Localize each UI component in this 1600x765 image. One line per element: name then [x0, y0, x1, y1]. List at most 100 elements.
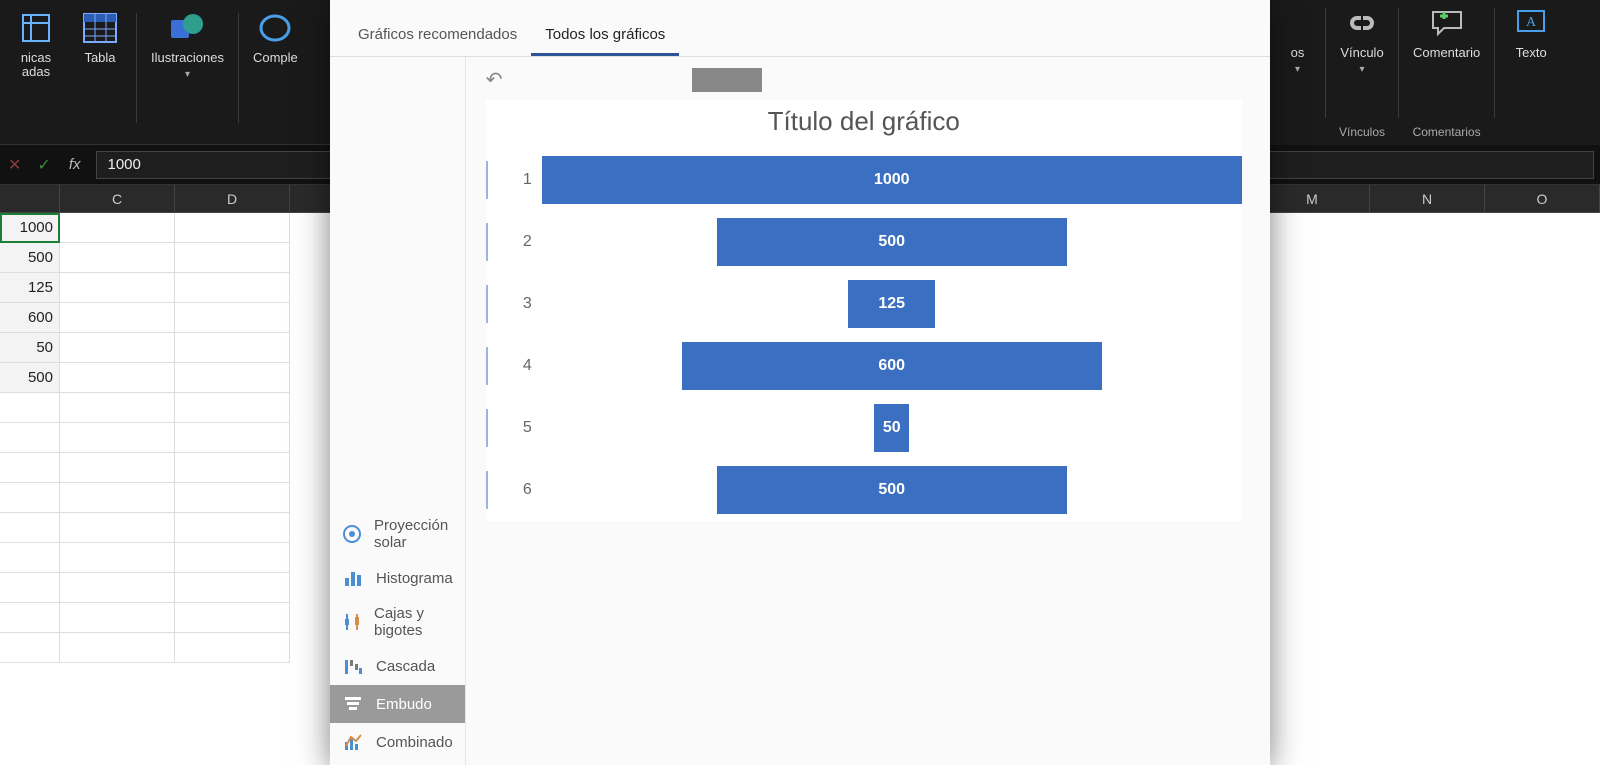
cell[interactable] [60, 303, 175, 333]
cell[interactable] [175, 483, 290, 513]
ribbon-right: os ▾ Vínculo ▾ Vínculos Comentario Comen… [1270, 0, 1600, 145]
cell[interactable] [175, 213, 290, 243]
cell[interactable] [0, 513, 60, 543]
cell[interactable] [60, 483, 175, 513]
cell[interactable] [175, 273, 290, 303]
axis-tick [486, 471, 490, 509]
cell[interactable] [0, 393, 60, 423]
funnel-row: 550 [486, 397, 1242, 459]
comentario-label: Comentario [1413, 46, 1480, 60]
col-header[interactable]: N [1370, 185, 1485, 212]
cell[interactable] [60, 273, 175, 303]
ribbon-group-addins: Comple [239, 5, 312, 144]
cell[interactable] [0, 633, 60, 663]
funnel-row: 2500 [486, 211, 1242, 273]
cell[interactable]: 1000 [0, 213, 60, 243]
chart-type-label: Cajas y bigotes [374, 605, 453, 639]
ribbon-group-comentarios: Comentario Comentarios [1399, 0, 1494, 145]
chart-type-sun[interactable]: Proyección solar [330, 509, 465, 559]
cell[interactable] [175, 333, 290, 363]
axis-tick [486, 409, 490, 447]
cell[interactable] [60, 633, 175, 663]
funnel-row: 3125 [486, 273, 1242, 335]
cell[interactable] [60, 453, 175, 483]
chart-type-histogram[interactable]: Histograma [330, 559, 465, 597]
addin-icon [256, 9, 294, 47]
cell[interactable] [175, 513, 290, 543]
cell[interactable] [60, 513, 175, 543]
chevron-down-icon: ▾ [185, 69, 190, 80]
chart-type-label: Histograma [376, 570, 453, 587]
cell[interactable]: 500 [0, 243, 60, 273]
cell[interactable] [60, 603, 175, 633]
category-label: 3 [504, 295, 532, 313]
cell[interactable]: 125 [0, 273, 60, 303]
tab-recomendados[interactable]: Gráficos recomendados [344, 18, 531, 56]
cell[interactable] [175, 243, 290, 273]
dialog-tabs: Gráficos recomendados Todos los gráficos [330, 0, 1270, 57]
fx-label[interactable]: fx [59, 156, 91, 173]
cell[interactable] [175, 363, 290, 393]
funnel-row: 4 600 [486, 335, 1242, 397]
chart-type-boxplot[interactable]: Cajas y bigotes [330, 597, 465, 647]
chart-type-funnel[interactable]: Embudo [330, 685, 465, 723]
category-label: 1 [504, 171, 532, 189]
insert-chart-dialog: Gráficos recomendados Todos los gráficos… [330, 0, 1270, 765]
cell[interactable] [0, 453, 60, 483]
cell[interactable]: 500 [0, 363, 60, 393]
cell[interactable] [0, 573, 60, 603]
formula-accept-button[interactable]: ✓ [29, 155, 58, 175]
ilustraciones-label: Ilustraciones [151, 51, 224, 65]
tab-todos[interactable]: Todos los gráficos [531, 18, 679, 56]
comentario-button[interactable]: Comentario [1405, 0, 1488, 64]
ilustraciones-button[interactable]: Ilustraciones ▾ [143, 5, 232, 84]
cell[interactable] [60, 393, 175, 423]
funnel-bar: 500 [717, 466, 1067, 514]
cell[interactable] [175, 393, 290, 423]
cell[interactable] [175, 603, 290, 633]
cell[interactable] [175, 543, 290, 573]
cell[interactable] [0, 483, 60, 513]
cell[interactable] [60, 543, 175, 573]
undo-icon[interactable]: ↶ [486, 67, 503, 92]
col-header[interactable]: D [175, 185, 290, 212]
chart-type-waterfall[interactable]: Cascada [330, 647, 465, 685]
axis-tick [486, 223, 490, 261]
col-header[interactable]: C [60, 185, 175, 212]
combo-icon [342, 731, 364, 753]
cell[interactable] [60, 573, 175, 603]
cell[interactable] [175, 453, 290, 483]
cell[interactable] [175, 423, 290, 453]
cell[interactable] [60, 363, 175, 393]
axis-tick [486, 347, 490, 385]
formula-cancel-button[interactable]: ✕ [0, 155, 29, 175]
cell[interactable] [60, 213, 175, 243]
category-label: 4 [504, 357, 532, 375]
cell[interactable] [175, 573, 290, 603]
cell[interactable] [60, 333, 175, 363]
category-label: 6 [504, 481, 532, 499]
cell[interactable] [175, 303, 290, 333]
cell[interactable] [60, 423, 175, 453]
cell[interactable] [175, 633, 290, 663]
ribbon-group-texto: A Texto [1495, 0, 1567, 145]
svg-text:A: A [1526, 15, 1537, 30]
chart-type-combo[interactable]: Combinado [330, 723, 465, 761]
tabla-button[interactable]: Tabla [70, 5, 130, 84]
vinculo-button[interactable]: Vínculo ▾ [1332, 0, 1392, 79]
funnel-bar: 600 [682, 342, 1102, 390]
cell[interactable] [60, 243, 175, 273]
cell[interactable] [0, 423, 60, 453]
cell[interactable]: 50 [0, 333, 60, 363]
pivot-tables-button-partial[interactable]: nicasadas [6, 5, 66, 84]
col-header[interactable]: O [1485, 185, 1600, 212]
cell[interactable] [0, 603, 60, 633]
cell[interactable]: 600 [0, 303, 60, 333]
texto-button[interactable]: A Texto [1501, 0, 1561, 64]
complementos-button[interactable]: Comple [245, 5, 306, 69]
cell[interactable] [0, 543, 60, 573]
link-icon [1343, 4, 1381, 42]
chart-subtype-thumbnail[interactable] [692, 68, 762, 92]
col-header-blank[interactable] [0, 185, 60, 212]
sun-icon [342, 523, 362, 545]
